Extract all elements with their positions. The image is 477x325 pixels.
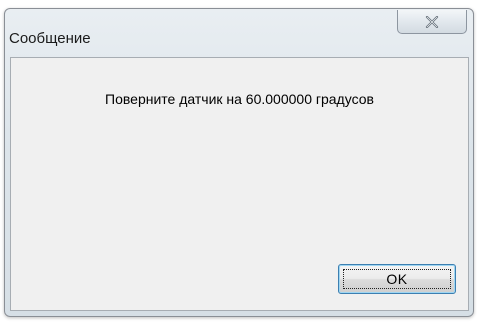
ok-button[interactable]: OK <box>338 264 456 294</box>
close-button[interactable] <box>397 10 467 34</box>
message-dialog: Сообщение Поверните датчик на 60.000000 … <box>0 0 477 325</box>
close-x-icon <box>425 15 439 28</box>
ok-button-label: OK <box>386 271 408 287</box>
message-text: Поверните датчик на 60.000000 градусов <box>105 91 374 107</box>
dialog-body: Поверните датчик на 60.000000 градусов O… <box>10 57 469 311</box>
window-title: Сообщение <box>9 30 91 47</box>
